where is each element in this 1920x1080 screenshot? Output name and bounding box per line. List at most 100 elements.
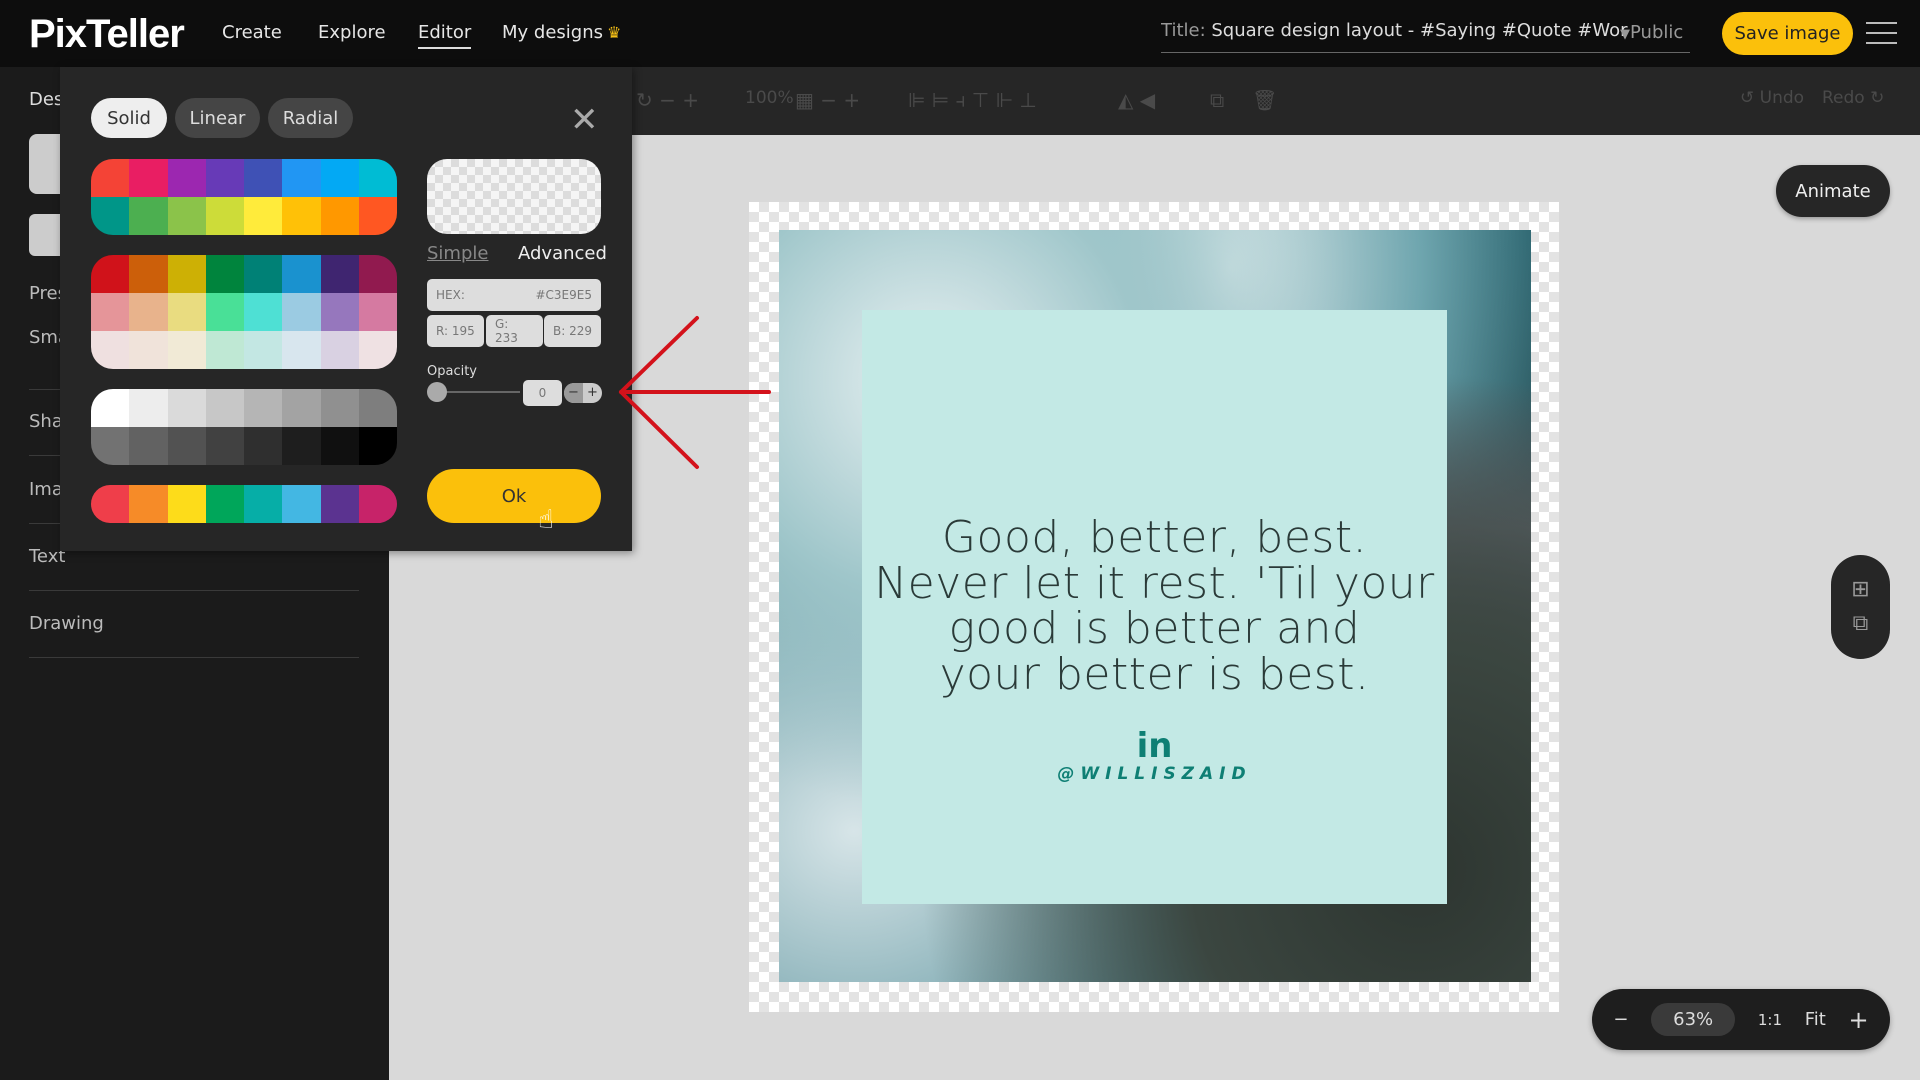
green-input[interactable]: G: 233 — [486, 315, 543, 347]
quote-line[interactable]: Good, better, best. — [862, 515, 1447, 561]
duplicate-page-icon[interactable]: ⧉ — [1853, 612, 1869, 636]
zoom-level[interactable]: 63% — [1651, 1003, 1736, 1036]
color-swatch[interactable] — [282, 159, 321, 197]
quote-line[interactable]: Never let it rest. 'Til your — [862, 561, 1447, 607]
toolbar-zoom[interactable]: 100% — [745, 88, 794, 108]
color-swatch[interactable] — [244, 331, 283, 369]
color-swatch[interactable] — [244, 197, 283, 235]
sidebar-item-images[interactable]: Ima — [29, 479, 63, 500]
color-swatch[interactable] — [167, 389, 206, 427]
color-swatch[interactable] — [167, 255, 206, 293]
color-swatch[interactable] — [244, 159, 283, 197]
social-handle[interactable]: @WILLISZAID — [862, 764, 1447, 784]
opacity-stepper[interactable]: − + — [564, 383, 602, 403]
color-swatch[interactable] — [167, 427, 206, 465]
color-swatch[interactable] — [205, 331, 244, 369]
color-swatch[interactable] — [129, 197, 168, 235]
color-swatch[interactable] — [244, 485, 283, 523]
color-swatch[interactable] — [282, 255, 321, 293]
color-swatch[interactable] — [320, 331, 359, 369]
color-swatch[interactable] — [282, 389, 321, 427]
color-swatch[interactable] — [282, 331, 321, 369]
align-icons[interactable]: ⊫ ⊨ ⫞ ⊤ ⊩ ⊥ — [908, 88, 1037, 112]
red-input[interactable]: R: 195 — [427, 315, 484, 347]
color-swatch[interactable] — [129, 255, 168, 293]
close-icon[interactable]: ✕ — [570, 100, 599, 140]
transparency-icon[interactable]: ▦ − + — [795, 88, 860, 112]
color-swatch[interactable] — [129, 331, 168, 369]
sidebar-item-shapes[interactable]: Sha — [29, 411, 63, 432]
tab-linear[interactable]: Linear — [175, 98, 260, 138]
color-swatch[interactable] — [244, 427, 283, 465]
animate-button[interactable]: Animate — [1776, 165, 1890, 217]
duplicate-icon[interactable]: ⧉ — [1210, 88, 1224, 112]
ok-button[interactable]: Ok — [427, 469, 601, 523]
color-swatch[interactable] — [282, 293, 321, 331]
nav-create[interactable]: Create — [222, 22, 282, 43]
color-swatch[interactable] — [129, 159, 168, 197]
redo-button[interactable]: Redo ↻ — [1822, 88, 1884, 108]
sidebar-item-drawing[interactable]: Drawing — [29, 613, 104, 634]
color-swatch[interactable] — [129, 427, 168, 465]
color-swatch[interactable] — [91, 293, 130, 331]
color-swatch[interactable] — [205, 197, 244, 235]
save-image-button[interactable]: Save image — [1722, 12, 1853, 55]
tab-solid[interactable]: Solid — [91, 98, 167, 138]
color-swatch[interactable] — [167, 197, 206, 235]
color-swatch[interactable] — [91, 485, 130, 523]
color-swatch[interactable] — [320, 389, 359, 427]
color-swatch[interactable] — [205, 427, 244, 465]
color-swatch[interactable] — [358, 485, 397, 523]
color-swatch[interactable] — [244, 389, 283, 427]
advanced-mode-link[interactable]: Advanced — [518, 243, 607, 264]
visibility-dropdown[interactable]: ▼Public — [1620, 22, 1683, 43]
add-page-icon[interactable]: ⊞ — [1851, 578, 1869, 602]
opacity-slider-track[interactable] — [440, 391, 520, 393]
quote-line[interactable]: your better is best. — [862, 652, 1447, 698]
color-swatch[interactable] — [282, 197, 321, 235]
nav-explore[interactable]: Explore — [318, 22, 386, 43]
simple-mode-link[interactable]: Simple — [427, 243, 488, 264]
color-swatch[interactable] — [167, 293, 206, 331]
color-swatch[interactable] — [129, 293, 168, 331]
color-swatch[interactable] — [358, 293, 397, 331]
color-swatch[interactable] — [205, 293, 244, 331]
linkedin-icon[interactable]: in — [862, 726, 1447, 766]
color-swatch[interactable] — [129, 485, 168, 523]
increment-icon[interactable]: + — [583, 383, 602, 403]
color-swatch[interactable] — [320, 293, 359, 331]
color-swatch[interactable] — [167, 331, 206, 369]
zoom-1-1-button[interactable]: 1:1 — [1758, 1011, 1782, 1029]
decrement-icon[interactable]: − — [564, 383, 583, 403]
zoom-fit-button[interactable]: Fit — [1805, 1009, 1826, 1030]
color-swatch[interactable] — [167, 159, 206, 197]
color-swatch[interactable] — [320, 197, 359, 235]
design-title-input[interactable]: Title: Square design layout - #Saying #Q… — [1161, 20, 1690, 53]
undo-button[interactable]: ↺ Undo — [1740, 88, 1804, 108]
color-swatch[interactable] — [91, 159, 130, 197]
color-swatch[interactable] — [205, 159, 244, 197]
hamburger-menu-icon[interactable] — [1866, 22, 1897, 44]
tab-radial[interactable]: Radial — [268, 98, 353, 138]
color-swatch[interactable] — [244, 293, 283, 331]
color-swatch[interactable] — [91, 255, 130, 293]
nav-my-designs[interactable]: My designs ♛ — [502, 22, 621, 43]
opacity-slider-handle[interactable] — [427, 382, 447, 402]
delete-icon[interactable]: 🗑 — [1252, 88, 1277, 112]
hex-input[interactable]: HEX: #C3E9E5 — [427, 279, 601, 311]
color-swatch[interactable] — [129, 389, 168, 427]
color-swatch[interactable] — [282, 427, 321, 465]
color-swatch[interactable] — [244, 255, 283, 293]
opacity-input[interactable]: 0 — [523, 380, 562, 406]
quote-line[interactable]: good is better and — [862, 606, 1447, 652]
nav-editor[interactable]: Editor — [418, 22, 472, 49]
color-swatch[interactable] — [205, 485, 244, 523]
color-swatch[interactable] — [91, 389, 130, 427]
sidebar-item-design[interactable]: Des — [29, 89, 63, 110]
pixteller-logo[interactable]: PixTeller — [29, 12, 185, 57]
color-swatch[interactable] — [320, 485, 359, 523]
blue-input[interactable]: B: 229 — [544, 315, 601, 347]
color-swatch[interactable] — [205, 389, 244, 427]
color-swatch[interactable] — [282, 485, 321, 523]
color-swatch[interactable] — [205, 255, 244, 293]
